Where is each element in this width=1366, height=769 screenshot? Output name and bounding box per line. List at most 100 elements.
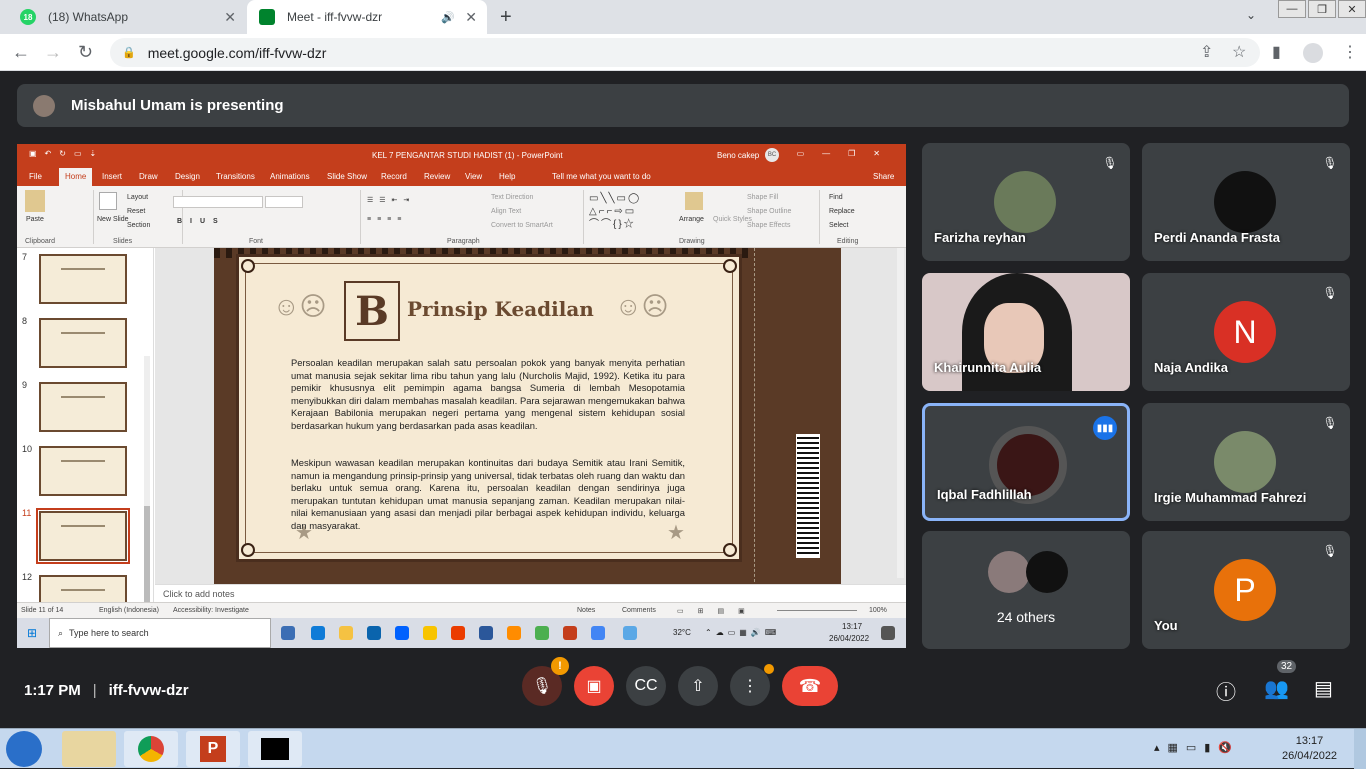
shape-fill-button[interactable]: Shape Fill	[747, 194, 778, 201]
explorer-icon[interactable]	[339, 626, 353, 640]
windows-start-icon[interactable]: ⊞	[27, 626, 37, 640]
mail-icon[interactable]	[367, 626, 381, 640]
tell-me-search[interactable]: Tell me what you want to do	[552, 172, 651, 181]
new-tab-button[interactable]: +	[500, 6, 512, 29]
font-name-input[interactable]	[173, 196, 263, 208]
menu-view[interactable]: View	[465, 172, 482, 181]
list-icons[interactable]: ☰☰⇤⇥	[367, 196, 415, 204]
menu-transitions[interactable]: Transitions	[216, 172, 255, 181]
close-tab-icon[interactable]: ✕	[465, 9, 477, 26]
accessibility-status[interactable]: Accessibility: Investigate	[173, 607, 249, 614]
participant-tile[interactable]: 🎙 Irgie Muhammad Fahrezi	[1142, 403, 1350, 521]
present-button[interactable]: ⇧	[678, 666, 718, 706]
participant-tile[interactable]: N 🎙 Naja Andika	[1142, 273, 1350, 391]
task-view-icon[interactable]	[281, 626, 295, 640]
menu-animations[interactable]: Animations	[270, 172, 310, 181]
notes-pane[interactable]: Click to add notes	[155, 584, 906, 602]
menu-review[interactable]: Review	[424, 172, 450, 181]
paste-icon[interactable]	[25, 190, 45, 212]
chrome-taskbar-icon[interactable]	[124, 731, 178, 767]
others-tile[interactable]: 24 others	[922, 531, 1130, 649]
menu-file[interactable]: File	[29, 172, 42, 181]
word-icon[interactable]	[479, 626, 493, 640]
slide-thumbnail[interactable]	[39, 446, 127, 496]
chrome-icon[interactable]	[591, 626, 605, 640]
participant-tile[interactable]: 🎙 Farizha reyhan	[922, 143, 1130, 261]
powerpoint-taskbar-icon[interactable]: P	[186, 731, 240, 767]
notification-icon[interactable]	[881, 626, 895, 640]
tab-search-chevron-icon[interactable]: ⌄	[1246, 8, 1256, 22]
arrange-button[interactable]: Arrange	[679, 216, 704, 223]
close-window-button[interactable]: ✕	[1338, 0, 1366, 18]
slide-thumbnail[interactable]	[39, 254, 127, 304]
camera-toggle-button[interactable]: ▣	[574, 666, 614, 706]
captions-button[interactable]: CC	[626, 666, 666, 706]
smartart-button[interactable]: Convert to SmartArt	[491, 222, 553, 229]
slide-thumbnail-selected[interactable]	[39, 511, 127, 561]
menu-insert[interactable]: Insert	[102, 172, 122, 181]
menu-slideshow[interactable]: Slide Show	[327, 172, 367, 181]
zoom-slider[interactable]	[777, 610, 857, 611]
language-status[interactable]: English (Indonesia)	[99, 607, 159, 614]
app-icon[interactable]	[423, 626, 437, 640]
edge-icon[interactable]	[311, 626, 325, 640]
menu-home[interactable]: Home	[59, 168, 93, 186]
slide-thumbnail[interactable]	[39, 318, 127, 368]
profile-avatar-icon[interactable]	[1303, 43, 1323, 63]
menu-draw[interactable]: Draw	[139, 172, 158, 181]
cmd-taskbar-icon[interactable]	[248, 731, 302, 767]
participant-video-tile[interactable]: Khairunnita Aulia	[922, 273, 1130, 391]
slide-scrollbar[interactable]	[897, 248, 904, 578]
align-text-button[interactable]: Align Text	[491, 208, 521, 215]
new-slide-label[interactable]: New Slide	[97, 216, 129, 223]
minimize-button[interactable]: —	[1278, 0, 1306, 18]
dropbox-icon[interactable]	[395, 626, 409, 640]
align-icons[interactable]: ≡≡≡≡	[367, 216, 407, 223]
slide-thumbnail[interactable]	[39, 382, 127, 432]
app-icon[interactable]	[507, 626, 521, 640]
url-bar[interactable]: 🔒 meet.google.com/iff-fvvw-dzr	[110, 38, 1260, 67]
menu-design[interactable]: Design	[175, 172, 200, 181]
participant-tile-speaking[interactable]: ▮▮▮ Iqbal Fadhlillah	[922, 403, 1130, 521]
replace-button[interactable]: Replace	[829, 208, 855, 215]
meeting-details-icon[interactable]: ⓘ	[1216, 676, 1236, 705]
forward-icon[interactable]: →	[44, 42, 62, 63]
shapes-gallery[interactable]: ▭╲╲▭◯ △⌐⌐⇨▭ ⌒⌒{}☆	[589, 192, 641, 231]
tab-whatsapp[interactable]: 18 (18) WhatsApp ✕	[0, 0, 246, 34]
comments-button[interactable]: Comments	[622, 607, 656, 614]
user-avatar-icon[interactable]: BC	[765, 148, 779, 162]
shape-effects-button[interactable]: Shape Effects	[747, 222, 790, 229]
people-icon[interactable]: 👥	[1264, 676, 1289, 701]
leave-call-button[interactable]: ☎	[782, 666, 838, 706]
font-format-icons[interactable]: BIUS	[177, 218, 226, 225]
back-icon[interactable]: ←	[12, 42, 30, 63]
maximize-button[interactable]: ❐	[1308, 0, 1336, 18]
zoom-level[interactable]: 100%	[869, 607, 887, 614]
taskbar-search[interactable]: ⌕ Type here to search	[49, 618, 271, 648]
start-button[interactable]	[6, 731, 42, 767]
ppt-window-controls[interactable]: ▭—❐✕	[797, 149, 898, 158]
self-tile[interactable]: P 🎙 You	[1142, 531, 1350, 649]
arrange-icon[interactable]	[685, 192, 703, 210]
paste-label[interactable]: Paste	[26, 216, 44, 223]
system-tray-icons[interactable]: ▴▦▭▮🔇	[1154, 741, 1240, 754]
notes-button[interactable]: Notes	[577, 607, 595, 614]
bookmark-star-icon[interactable]: ☆	[1232, 42, 1246, 62]
explorer-taskbar-icon[interactable]	[62, 731, 116, 767]
select-button[interactable]: Select	[829, 222, 848, 229]
show-desktop-button[interactable]	[1354, 729, 1366, 769]
tab-meet[interactable]: Meet - iff-fvvw-dzr 🔊 ✕	[247, 0, 487, 34]
lock-icon[interactable]: 🔒	[122, 46, 136, 59]
tray-icons[interactable]: ⌃☁▭▦🔊⌨	[705, 628, 780, 637]
shape-outline-button[interactable]: Shape Outline	[747, 208, 791, 215]
new-slide-icon[interactable]	[99, 192, 117, 210]
powerpoint-icon[interactable]	[563, 626, 577, 640]
section-button[interactable]: Section	[127, 222, 150, 229]
share-icon[interactable]: ⇪	[1200, 42, 1213, 62]
office-icon[interactable]	[451, 626, 465, 640]
quick-access-icons[interactable]: ▣↶↻▭⇣	[29, 149, 104, 158]
speaker-icon[interactable]: 🔊	[441, 11, 455, 24]
view-buttons[interactable]: ▭⊞▤▣	[677, 607, 759, 615]
reload-icon[interactable]: ↻	[78, 42, 93, 63]
participant-tile[interactable]: 🎙 Perdi Ananda Frasta	[1142, 143, 1350, 261]
